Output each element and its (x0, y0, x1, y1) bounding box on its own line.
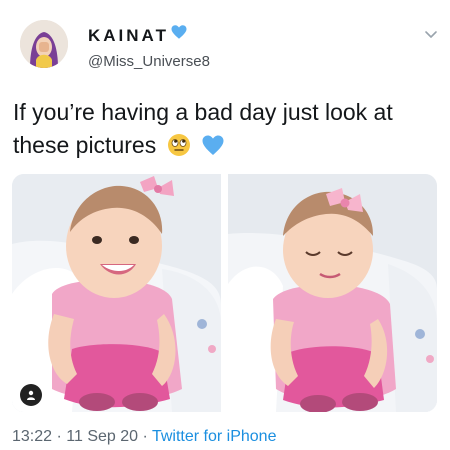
tweet-text-line-2: these pictures (13, 129, 443, 162)
blue-heart-icon (171, 25, 187, 39)
person-icon[interactable] (20, 384, 42, 406)
baby-photo-left[interactable] (12, 174, 221, 412)
rolling-eyes-emoji-icon (167, 134, 190, 156)
meta-separator: · (52, 428, 67, 445)
tweet-card: KAINAT @Miss_Universe8 If you’re having … (0, 0, 450, 450)
tweet-text-line-1: If you’re having a bad day just look at (13, 99, 393, 125)
baby-photo-right[interactable] (228, 174, 437, 412)
blue-heart-emoji-icon (202, 135, 224, 155)
profile-avatar[interactable] (20, 20, 68, 68)
display-name[interactable]: KAINAT (88, 26, 169, 46)
meta-separator: · (138, 428, 152, 445)
tweet-source-link[interactable]: Twitter for iPhone (152, 428, 277, 445)
media-grid (12, 174, 437, 412)
tweet-text: If you’re having a bad day just look at … (13, 96, 443, 162)
tweet-meta: 13:22 · 11 Sep 20 · Twitter for iPhone (12, 428, 276, 446)
tweet-text-line-2-words: these pictures (13, 132, 157, 158)
tweet-time[interactable]: 13:22 (12, 428, 52, 445)
tweet-date[interactable]: 11 Sep 20 (66, 428, 138, 445)
user-handle[interactable]: @Miss_Universe8 (88, 53, 210, 70)
chevron-down-icon[interactable] (421, 24, 441, 44)
